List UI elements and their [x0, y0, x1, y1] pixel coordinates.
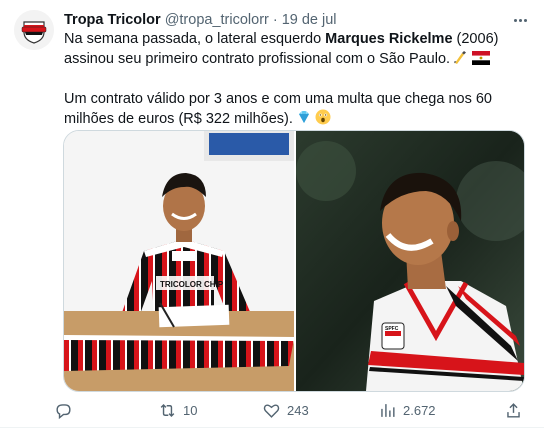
- reply-icon: [56, 403, 71, 419]
- player-name: Marques Rickelme: [325, 31, 453, 47]
- like-button[interactable]: 243: [262, 397, 309, 423]
- text-part: Na semana passada, o lateral esquerdo: [64, 31, 326, 47]
- action-bar: 10 243 2.672: [54, 397, 534, 423]
- like-count: 243: [287, 402, 309, 418]
- views-count: 2.672: [403, 402, 436, 418]
- tropa-tricolor-logo-icon: [14, 10, 54, 50]
- text-part: Um contrato válido por 3 anos e com uma …: [64, 91, 492, 127]
- jersey-sponsor-text: TRICOLOR CHIP: [160, 280, 224, 289]
- reply-button[interactable]: [54, 397, 79, 423]
- photo-player-portrait[interactable]: SPFC: [296, 131, 524, 391]
- writing-hand-emoji-icon: [453, 49, 469, 71]
- astonished-face-emoji-icon: [315, 109, 331, 131]
- tweet-header: Tropa Tricolor @tropa_tricolorr · 19 de …: [64, 10, 534, 30]
- tweet[interactable]: Tropa Tricolor @tropa_tricolorr · 19 de …: [0, 0, 544, 428]
- photo-contract-signing-image: TRICOLOR CHIP: [64, 131, 294, 391]
- share-button[interactable]: [504, 397, 523, 423]
- photo-player-portrait-image: SPFC: [296, 131, 524, 391]
- spfc-badge-text: SPFC: [385, 326, 399, 332]
- tweet-paragraph-1: Na semana passada, o lateral esquerdo Ma…: [64, 30, 534, 71]
- author-name[interactable]: Tropa Tricolor: [64, 12, 161, 28]
- author-handle[interactable]: @tropa_tricolorr: [165, 12, 269, 28]
- avatar[interactable]: [14, 10, 54, 50]
- heart-icon: [263, 403, 280, 418]
- media-grid: TRICOLOR CHIP SPFC: [63, 130, 525, 392]
- tweet-date[interactable]: 19 de jul: [282, 12, 337, 28]
- egypt-flag-emoji-icon: [472, 51, 491, 71]
- retweet-button[interactable]: 10: [158, 397, 197, 423]
- gem-emoji-icon: [296, 109, 312, 131]
- retweet-icon: [160, 403, 175, 417]
- views-icon: [381, 403, 395, 417]
- separator: ·: [272, 12, 278, 28]
- retweet-count: 10: [183, 402, 198, 418]
- tweet-paragraph-2: Um contrato válido por 3 anos e com uma …: [64, 90, 534, 131]
- tweet-text: Na semana passada, o lateral esquerdo Ma…: [64, 30, 534, 131]
- views-button[interactable]: 2.672: [378, 397, 436, 423]
- photo-contract-signing[interactable]: TRICOLOR CHIP: [64, 131, 296, 391]
- more-icon[interactable]: [510, 11, 530, 29]
- share-icon: [507, 402, 520, 418]
